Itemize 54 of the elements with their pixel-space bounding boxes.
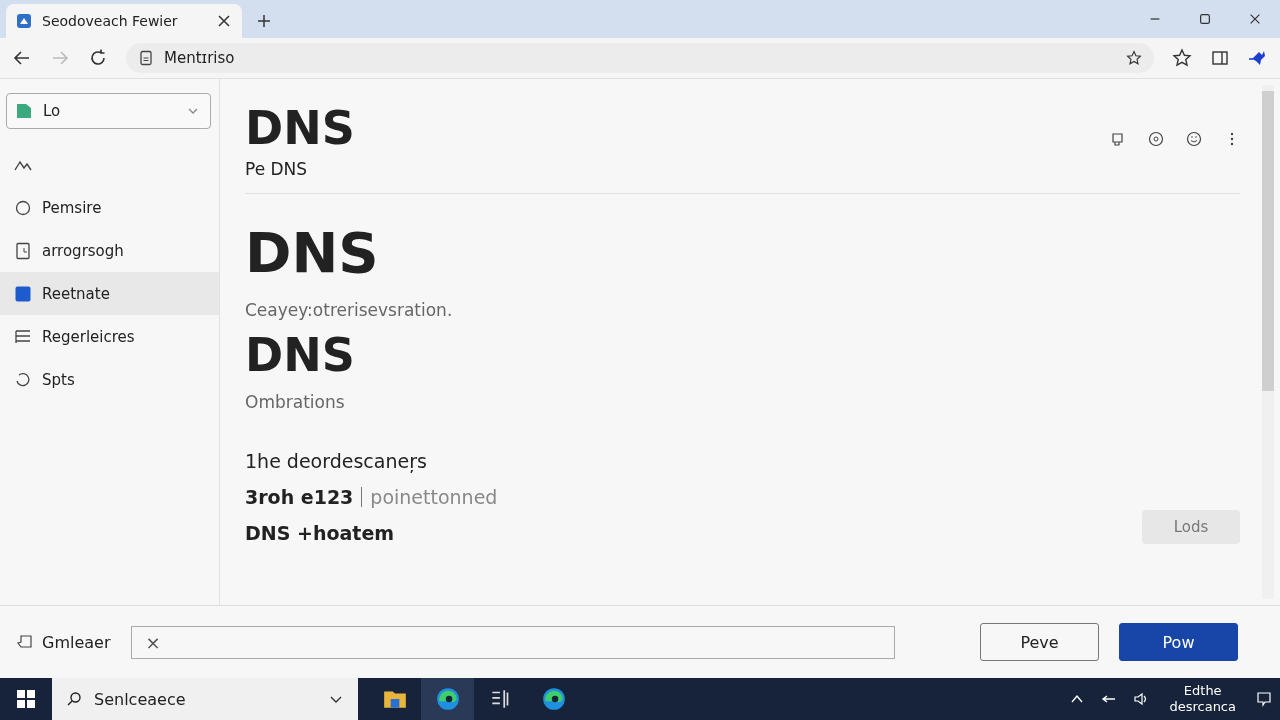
search-icon: [66, 691, 82, 707]
sidebar-item[interactable]: Reetnate: [0, 272, 219, 315]
star-icon[interactable]: [1126, 50, 1142, 66]
page-icon: [138, 50, 154, 66]
record-name: 3roh e123: [245, 486, 354, 508]
new-tab-icon[interactable]: [256, 13, 272, 29]
refresh-icon[interactable]: [88, 48, 108, 68]
favorites-icon[interactable]: [1172, 48, 1192, 68]
folder-icon: [15, 102, 33, 120]
text-line: 1he deordescaneŗs: [245, 450, 428, 472]
close-icon[interactable]: [1248, 12, 1262, 26]
sidebar-icon[interactable]: [1210, 48, 1230, 68]
message-icon: [16, 633, 34, 651]
document-icon: [14, 241, 32, 260]
address-bar[interactable]: Mentɪriso: [126, 43, 1154, 73]
sidebar-item[interactable]: Spts: [0, 358, 219, 401]
record-name: DNS +hoatem: [245, 522, 395, 544]
input-field[interactable]: ×: [130, 625, 895, 659]
maximize-icon[interactable]: [1198, 12, 1212, 26]
dialog-button[interactable]: Peve: [980, 623, 1099, 661]
circle-icon: [14, 198, 32, 217]
square-icon: [14, 284, 32, 303]
heading: DNS: [245, 330, 356, 380]
caret-icon: [188, 108, 198, 114]
clear-icon[interactable]: ×: [145, 631, 161, 653]
tab-title: Seodoveach Fewier: [42, 13, 179, 29]
windows-icon[interactable]: [16, 689, 36, 709]
dialog-button[interactable]: Pow: [1119, 623, 1238, 661]
browser-icon: [540, 686, 567, 712]
search-field[interactable]: Senlceaece: [52, 678, 358, 720]
sidebar-item[interactable]: Pemsire: [0, 186, 219, 229]
load-button[interactable]: Lods: [1142, 510, 1240, 544]
browser-icon: [434, 686, 461, 712]
smiley-icon[interactable]: [1186, 131, 1202, 147]
clock[interactable]: Edthe desrcanca: [1169, 683, 1236, 715]
dropdown[interactable]: Lo: [6, 93, 211, 129]
browser-tab[interactable]: Seodoveach Fewier: [6, 4, 242, 38]
note-text: Ceayey:otrerisevsration.: [245, 300, 454, 320]
sidebar-item[interactable]: arrogrsogh: [0, 229, 219, 272]
record-status: poinettonned: [370, 486, 498, 508]
sidebar-item[interactable]: Regerleicres: [0, 315, 219, 358]
taskbar-app[interactable]: [421, 678, 474, 720]
heading: DNS: [245, 219, 380, 287]
list-icon: [14, 327, 32, 346]
disc-icon[interactable]: [1148, 131, 1164, 147]
page-subtitle: Pe DNS: [245, 159, 309, 179]
scrollbar[interactable]: [1262, 85, 1274, 599]
note-text: Ombrations: [245, 392, 346, 412]
refresh-icon: [14, 370, 32, 389]
app-icon: [16, 13, 32, 29]
notification-icon[interactable]: [1256, 691, 1272, 707]
page-title: DNS: [245, 100, 355, 157]
field-label: Gmleaer: [42, 632, 111, 652]
close-icon[interactable]: [216, 13, 232, 29]
